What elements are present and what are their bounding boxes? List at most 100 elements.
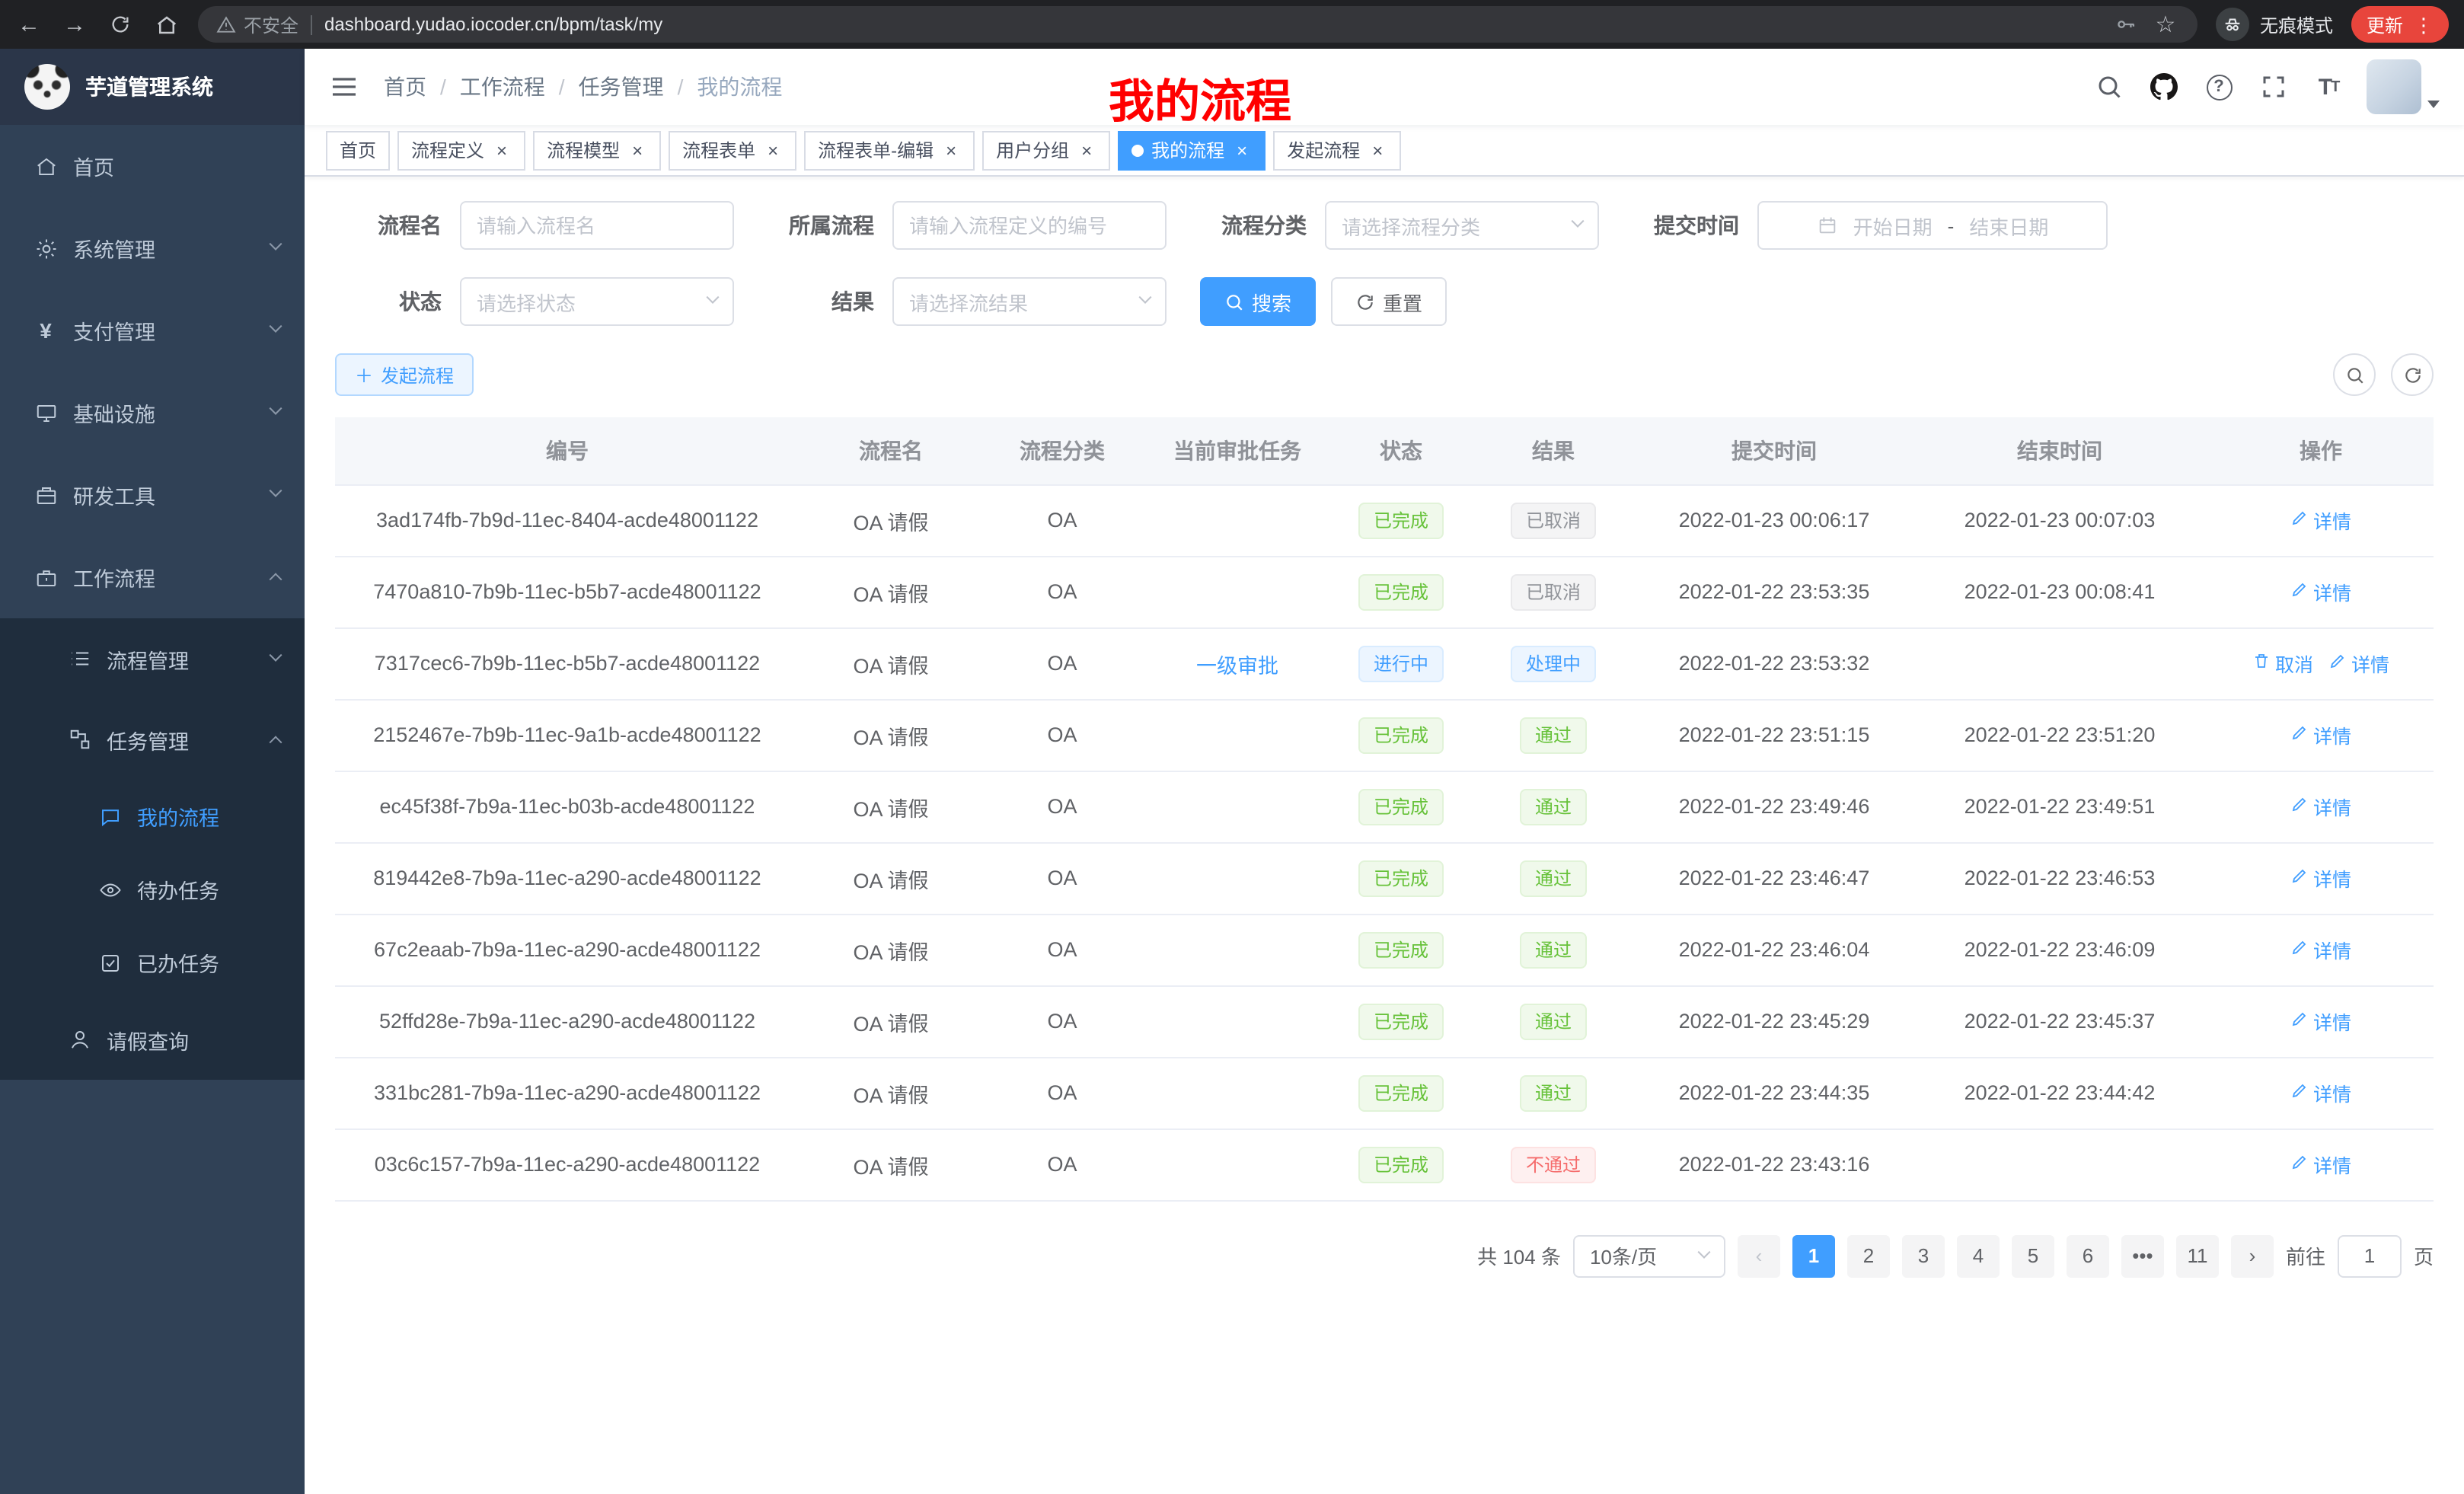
sidebar-item-my-process[interactable]: 我的流程	[0, 780, 305, 853]
github-icon[interactable]	[2147, 70, 2181, 104]
sidebar-item-leave-query[interactable]: 请假查询	[0, 999, 305, 1080]
result-select[interactable]: 请选择流结果	[892, 277, 1167, 326]
sidebar-item-process-mgmt[interactable]: 流程管理	[0, 618, 305, 699]
help-icon[interactable]: ?	[2202, 70, 2236, 104]
result-badge: 不通过	[1511, 1146, 1596, 1183]
browser-menu-icon[interactable]: ⋮	[2414, 14, 2434, 34]
sidebar-item-workflow[interactable]: 工作流程	[0, 536, 305, 618]
cell-end-time: 2022-01-22 23:45:37	[1911, 985, 2208, 1057]
next-page-button[interactable]: ›	[2231, 1234, 2274, 1277]
sidebar-item-home[interactable]: 首页	[0, 125, 305, 207]
trash-icon	[2252, 652, 2271, 675]
column-header: 结束时间	[1911, 417, 2208, 484]
sidebar-item-system[interactable]: 系统管理	[0, 207, 305, 289]
submit-time-range-picker[interactable]: 开始日期 - 结束日期	[1757, 201, 2108, 250]
close-tab-icon[interactable]: ×	[1077, 140, 1096, 160]
action-详情[interactable]: 详情	[2328, 649, 2389, 678]
security-warning[interactable]: 不安全	[216, 11, 298, 37]
breadcrumb-task-mgmt[interactable]: 任务管理	[579, 72, 664, 102]
toggle-search-icon[interactable]	[2333, 353, 2376, 396]
breadcrumb-workflow[interactable]: 工作流程	[460, 72, 545, 102]
close-tab-icon[interactable]: ×	[492, 140, 512, 160]
page-url[interactable]: dashboard.yudao.iocoder.cn/bpm/task/my	[324, 14, 2100, 35]
status-select[interactable]: 请选择状态	[460, 277, 734, 326]
category-select[interactable]: 请选择流程分类	[1325, 201, 1599, 250]
search-button[interactable]: 搜索	[1200, 277, 1316, 326]
tab-流程表单-编辑[interactable]: 流程表单-编辑×	[804, 130, 975, 170]
cell-status: 已完成	[1333, 484, 1470, 556]
close-tab-icon[interactable]: ×	[941, 140, 961, 160]
prev-page-button[interactable]: ‹	[1738, 1234, 1780, 1277]
tab-流程表单[interactable]: 流程表单×	[669, 130, 796, 170]
browser-back-icon[interactable]: ←	[15, 11, 43, 38]
action-详情[interactable]: 详情	[2290, 720, 2351, 749]
status-badge: 已完成	[1358, 573, 1444, 610]
sidebar-item-task-mgmt[interactable]: 任务管理	[0, 699, 305, 780]
sidebar-item-todo-tasks[interactable]: 待办任务	[0, 853, 305, 926]
monitor-icon	[34, 401, 58, 425]
start-process-button[interactable]: ＋ 发起流程	[335, 353, 474, 396]
action-详情[interactable]: 详情	[2290, 935, 2351, 964]
user-menu[interactable]	[2367, 59, 2440, 114]
refresh-table-icon[interactable]	[2391, 353, 2434, 396]
column-header: 流程名	[800, 417, 982, 484]
parent-process-input[interactable]	[892, 201, 1167, 250]
action-详情[interactable]: 详情	[2290, 506, 2351, 535]
action-详情[interactable]: 详情	[2290, 792, 2351, 821]
process-name-input[interactable]	[460, 201, 734, 250]
page-ellipsis[interactable]: •••	[2121, 1234, 2164, 1277]
browser-reload-icon[interactable]	[107, 11, 134, 38]
page-button-11[interactable]: 11	[2176, 1234, 2219, 1277]
browser-home-icon[interactable]	[152, 11, 180, 38]
incognito-badge: 无痕模式	[2216, 8, 2333, 41]
close-tab-icon[interactable]: ×	[1368, 140, 1387, 160]
page-button-5[interactable]: 5	[2012, 1234, 2054, 1277]
tab-发起流程[interactable]: 发起流程×	[1273, 130, 1401, 170]
sidebar-item-done-tasks[interactable]: 已办任务	[0, 926, 305, 999]
action-取消[interactable]: 取消	[2252, 649, 2313, 678]
tab-用户分组[interactable]: 用户分组×	[982, 130, 1110, 170]
close-tab-icon[interactable]: ×	[627, 140, 647, 160]
page-button-1[interactable]: 1	[1792, 1234, 1835, 1277]
action-详情[interactable]: 详情	[2290, 577, 2351, 606]
app-logo[interactable]: 芋道管理系统	[0, 49, 305, 125]
goto-page-input[interactable]	[2338, 1234, 2402, 1277]
address-bar[interactable]: 不安全 dashboard.yudao.iocoder.cn/bpm/task/…	[198, 6, 2197, 43]
cell-name: OA 请假	[800, 556, 982, 627]
tab-我的流程[interactable]: 我的流程×	[1118, 130, 1266, 170]
fullscreen-icon[interactable]	[2257, 70, 2290, 104]
page-button-3[interactable]: 3	[1902, 1234, 1945, 1277]
sidebar-item-payment[interactable]: ¥支付管理	[0, 289, 305, 372]
sidebar-toggle-icon[interactable]	[329, 72, 359, 102]
browser-forward-icon[interactable]: →	[61, 11, 88, 38]
breadcrumb-home[interactable]: 首页	[384, 72, 426, 102]
sidebar-item-label: 首页	[73, 151, 114, 181]
avatar[interactable]	[2367, 59, 2421, 114]
action-详情[interactable]: 详情	[2290, 1078, 2351, 1107]
sidebar-item-infra[interactable]: 基础设施	[0, 372, 305, 454]
tab-首页[interactable]: 首页	[326, 130, 390, 170]
page-button-2[interactable]: 2	[1847, 1234, 1890, 1277]
update-button[interactable]: 更新 ⋮	[2351, 6, 2449, 43]
page-button-6[interactable]: 6	[2067, 1234, 2109, 1277]
action-详情[interactable]: 详情	[2290, 864, 2351, 892]
tab-流程定义[interactable]: 流程定义×	[397, 130, 525, 170]
bookmark-star-icon[interactable]: ☆	[2152, 11, 2179, 38]
current-task-link[interactable]: 一级审批	[1196, 654, 1278, 677]
action-详情[interactable]: 详情	[2290, 1007, 2351, 1036]
font-size-icon[interactable]: TT	[2312, 70, 2345, 104]
cell-end-time: 2022-01-23 00:08:41	[1911, 556, 2208, 627]
sidebar-item-devtools[interactable]: 研发工具	[0, 454, 305, 536]
active-tab-dot-icon	[1131, 144, 1144, 156]
password-key-icon[interactable]	[2112, 11, 2140, 38]
close-tab-icon[interactable]: ×	[763, 140, 783, 160]
page-size-select[interactable]: 10条/页	[1573, 1234, 1725, 1277]
search-button-label: 搜索	[1252, 287, 1291, 316]
action-详情[interactable]: 详情	[2290, 1150, 2351, 1179]
header-search-icon[interactable]	[2092, 70, 2126, 104]
close-tab-icon[interactable]: ×	[1232, 140, 1252, 160]
reset-button[interactable]: 重置	[1331, 277, 1447, 326]
tab-流程模型[interactable]: 流程模型×	[533, 130, 661, 170]
page-button-4[interactable]: 4	[1957, 1234, 2000, 1277]
total-count: 共 104 条	[1477, 1241, 1561, 1270]
